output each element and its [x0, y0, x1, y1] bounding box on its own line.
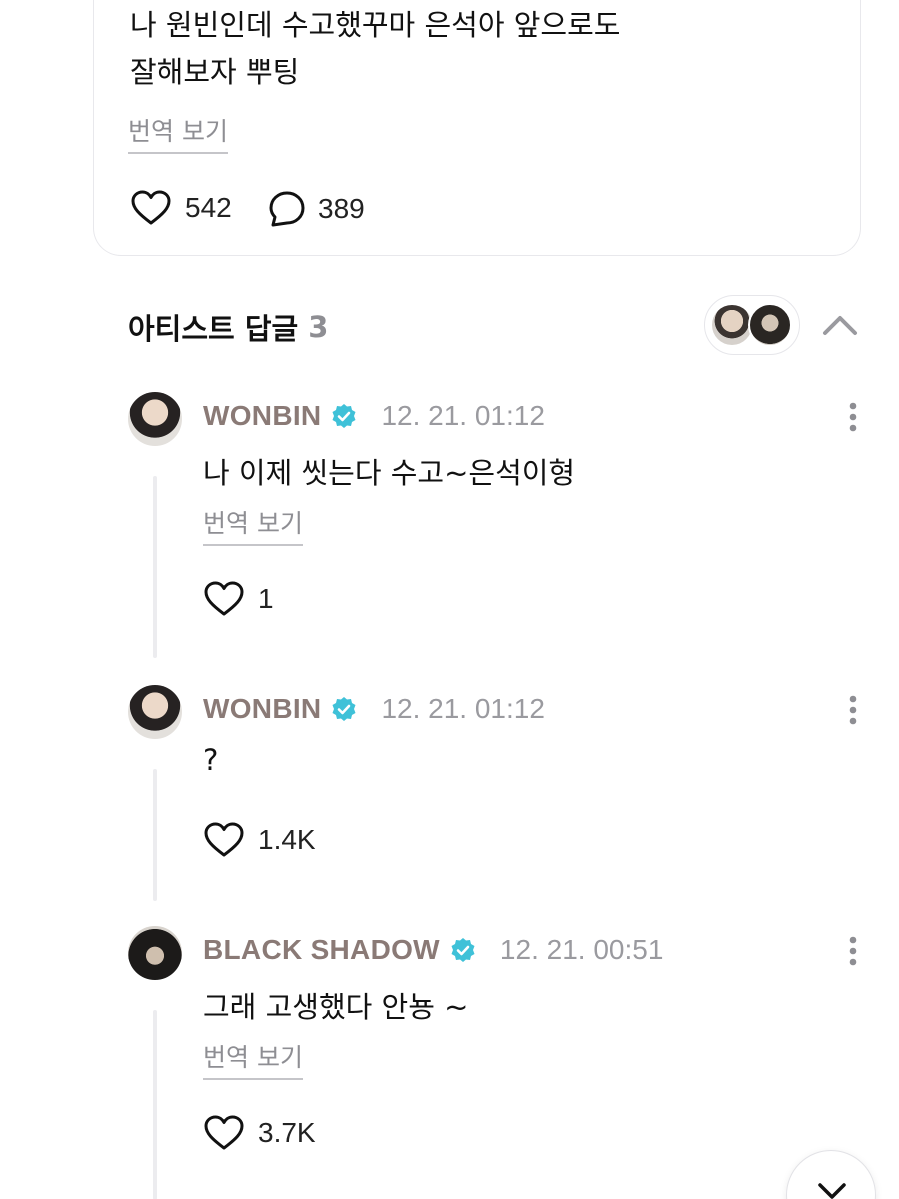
reply-meta: WONBIN 12. 21. 01:12 — [203, 400, 545, 432]
post-like-count: 542 — [185, 192, 232, 223]
more-options-button[interactable] — [840, 934, 866, 968]
thread-line — [153, 769, 157, 901]
heart-icon — [131, 190, 171, 225]
vertical-dots-icon — [849, 402, 857, 432]
reply-item: WONBIN 12. 21. 01:12 나 이제 씻는다 수고~은석이형 번역… — [0, 392, 899, 662]
avatar[interactable] — [128, 926, 182, 980]
thread-line — [153, 1010, 157, 1199]
artist-replies-count: 3 — [308, 310, 329, 344]
chevron-up-icon — [823, 316, 857, 335]
reply-meta: BLACK SHADOW 12. 21. 00:51 — [203, 934, 663, 966]
thread-line — [153, 476, 157, 658]
reply-timestamp: 12. 21. 01:12 — [381, 400, 545, 431]
reply-author-name[interactable]: WONBIN — [203, 693, 321, 725]
vertical-dots-icon — [849, 695, 857, 725]
reply-text: ? — [203, 743, 219, 777]
more-options-button[interactable] — [840, 693, 866, 727]
speech-bubble-icon — [269, 191, 305, 227]
heart-icon — [204, 822, 244, 857]
chevron-down-icon — [818, 1183, 846, 1199]
reply-author-name[interactable]: WONBIN — [203, 400, 321, 432]
reply-translate-link[interactable]: 번역 보기 — [203, 1038, 303, 1080]
artist-replies-header: 아티스트 답글 3 — [128, 306, 328, 348]
avatar[interactable] — [128, 392, 182, 446]
heart-icon — [204, 1115, 244, 1150]
reply-translate-link[interactable]: 번역 보기 — [203, 504, 303, 546]
post-text: 나 원빈인데 수고했꾸마 은석아 앞으로도 잘해보자 뿌팅 — [130, 8, 621, 89]
reply-like-count: 1.4K — [258, 824, 316, 855]
post-translate-link[interactable]: 번역 보기 — [128, 112, 228, 154]
replier-avatar-stack[interactable] — [704, 295, 800, 355]
vertical-dots-icon — [849, 936, 857, 966]
reply-text: 나 이제 씻는다 수고~은석이형 — [203, 456, 576, 490]
reply-like-button[interactable]: 1 — [204, 581, 274, 617]
reply-meta: WONBIN 12. 21. 01:12 — [203, 693, 545, 725]
post-comment-count: 389 — [318, 193, 365, 224]
reply-like-button[interactable]: 1.4K — [204, 822, 316, 858]
reply-item: BLACK SHADOW 12. 21. 00:51 그래 고생했다 안뇽 ~ … — [0, 926, 899, 1199]
reply-timestamp: 12. 21. 01:12 — [381, 693, 545, 724]
verified-badge-icon — [332, 404, 356, 428]
reply-text: 그래 고생했다 안뇽 ~ — [203, 990, 469, 1024]
reply-like-button[interactable]: 3.7K — [204, 1115, 316, 1151]
reply-item: WONBIN 12. 21. 01:12 ? 1.4K — [0, 685, 899, 901]
reply-like-count: 1 — [258, 583, 274, 614]
post-comment-button[interactable]: 389 — [268, 190, 365, 228]
more-options-button[interactable] — [840, 400, 866, 434]
verified-badge-icon — [332, 697, 356, 721]
avatar — [748, 303, 792, 347]
artist-replies-title: 아티스트 답글 — [128, 312, 299, 346]
post-like-button[interactable]: 542 — [131, 190, 232, 226]
reply-author-name[interactable]: BLACK SHADOW — [203, 934, 440, 966]
verified-badge-icon — [451, 938, 475, 962]
avatar[interactable] — [128, 685, 182, 739]
heart-icon — [204, 581, 244, 616]
collapse-replies-button[interactable] — [820, 308, 860, 342]
reply-timestamp: 12. 21. 00:51 — [499, 934, 664, 965]
reply-like-count: 3.7K — [258, 1117, 316, 1148]
